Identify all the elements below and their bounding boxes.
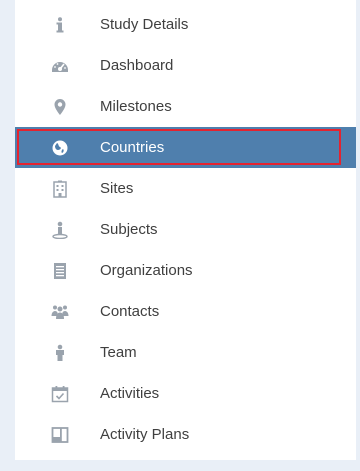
- sidebar-item-countries[interactable]: Countries: [15, 127, 356, 168]
- sidebar-item-sites[interactable]: Sites: [15, 168, 356, 209]
- sidebar-item-organizations[interactable]: Organizations: [15, 250, 356, 291]
- sidebar-item-label: Team: [100, 344, 137, 361]
- study-navigation-sidebar: Study Details Dashboard Milestones Count…: [15, 0, 356, 460]
- sidebar-item-study-details[interactable]: Study Details: [15, 4, 356, 45]
- person-pin-icon: [51, 221, 69, 239]
- info-icon: [51, 16, 69, 34]
- calendar-check-icon: [51, 385, 69, 403]
- sidebar-item-label: Organizations: [100, 262, 193, 279]
- person-icon: [51, 344, 69, 362]
- sidebar-item-team[interactable]: Team: [15, 332, 356, 373]
- group-icon: [51, 303, 69, 321]
- sidebar-item-label: Activity Plans: [100, 426, 190, 443]
- sidebar-item-activities[interactable]: Activities: [15, 373, 356, 414]
- sidebar-item-label: Countries: [100, 139, 165, 156]
- board-icon: [51, 426, 69, 444]
- sidebar-item-label: Study Details: [100, 16, 189, 33]
- gauge-icon: [51, 57, 69, 75]
- sidebar-item-activity-plans[interactable]: Activity Plans: [15, 414, 356, 455]
- sidebar-item-label: Contacts: [100, 303, 160, 320]
- document-icon: [51, 262, 69, 280]
- sidebar-item-label: Milestones: [100, 98, 172, 115]
- sidebar-item-label: Activities: [100, 385, 160, 402]
- page-background: Study Details Dashboard Milestones Count…: [0, 0, 360, 471]
- sidebar-item-milestones[interactable]: Milestones: [15, 86, 356, 127]
- map-pin-icon: [51, 98, 69, 116]
- sidebar-item-contacts[interactable]: Contacts: [15, 291, 356, 332]
- sidebar-menu: Study Details Dashboard Milestones Count…: [15, 4, 356, 455]
- globe-icon: [51, 139, 69, 157]
- sidebar-item-label: Subjects: [100, 221, 158, 238]
- sidebar-item-dashboard[interactable]: Dashboard: [15, 45, 356, 86]
- building-icon: [51, 180, 69, 198]
- sidebar-item-label: Sites: [100, 180, 134, 197]
- sidebar-item-subjects[interactable]: Subjects: [15, 209, 356, 250]
- sidebar-item-label: Dashboard: [100, 57, 174, 74]
